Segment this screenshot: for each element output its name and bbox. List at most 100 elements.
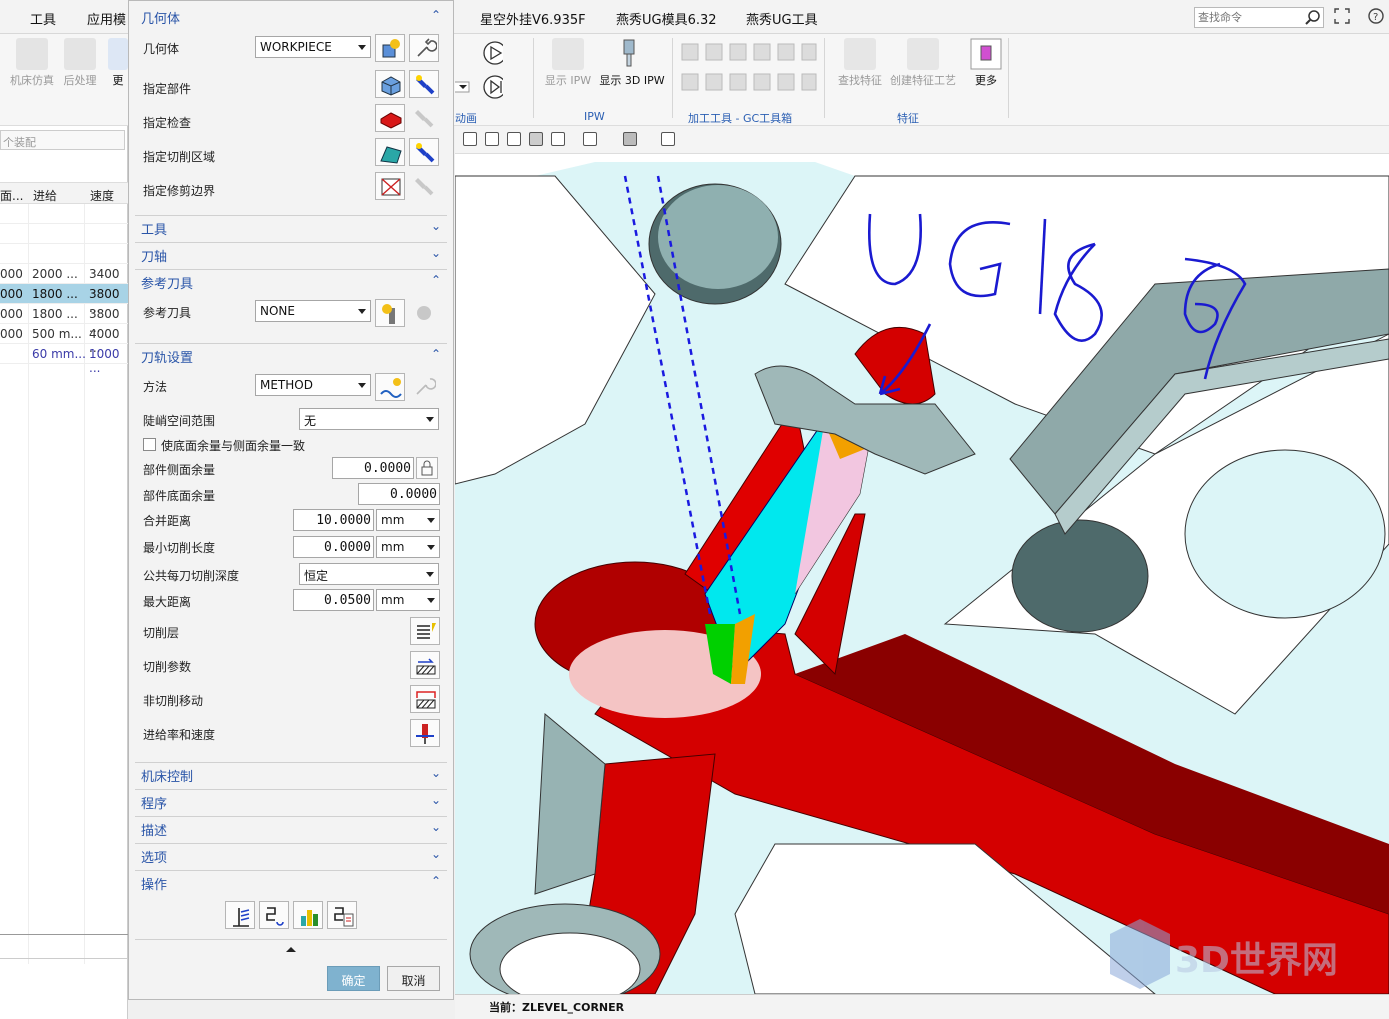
- max-distance-unit[interactable]: mm: [376, 589, 440, 611]
- table-row[interactable]: 000 1800 ... 3800 ...: [0, 304, 128, 335]
- section-geometry[interactable]: 几何体 ⌃: [135, 5, 447, 27]
- new-geometry-button[interactable]: [375, 34, 405, 62]
- gear-tool-disabled-icon: [417, 306, 431, 320]
- machine-sim-button[interactable]: 机床仿真: [8, 38, 56, 88]
- max-distance-field[interactable]: 0.0500: [293, 589, 374, 611]
- navigator-filter[interactable]: 个装配: [0, 130, 125, 150]
- more-button[interactable]: 更多: [966, 38, 1006, 88]
- wrench-icon: [417, 38, 437, 57]
- machine-sim-icon: [16, 38, 48, 70]
- flashlight-icon: [416, 143, 435, 163]
- window-controls[interactable]: ?: [1334, 8, 1386, 26]
- collapse-up-icon[interactable]: [285, 945, 297, 953]
- verify-button[interactable]: [293, 901, 323, 929]
- part-body-icon: [381, 76, 401, 96]
- min-cut-length-unit[interactable]: mm: [376, 536, 440, 558]
- cut-params-button[interactable]: [410, 651, 440, 679]
- show-3d-ipw-button[interactable]: 显示 3D IPW: [598, 38, 666, 88]
- show-cut-area-button[interactable]: [409, 138, 439, 166]
- menu-xingkong-plugin[interactable]: 星空外挂V6.935F: [480, 9, 586, 28]
- table-row[interactable]: 000 2000 ... 3400 ...: [0, 264, 128, 295]
- list-button[interactable]: [327, 901, 357, 929]
- fit-view-icon[interactable]: [463, 132, 477, 146]
- specify-check-label: 指定检查: [143, 116, 192, 130]
- navigator-header: 面... 进给 速度: [0, 182, 128, 204]
- section-machine-control[interactable]: 机床控制 ⌄: [135, 762, 447, 785]
- gc-toolbox-icons[interactable]: [680, 42, 820, 102]
- show-part-button[interactable]: [409, 70, 439, 98]
- more-left-button[interactable]: 更: [108, 38, 128, 88]
- new-ref-tool-button[interactable]: [375, 299, 405, 327]
- non-cut-moves-button[interactable]: [410, 685, 440, 713]
- edit-geometry-button[interactable]: [409, 34, 439, 62]
- geometry-select[interactable]: WORKPIECE: [255, 36, 371, 58]
- specify-part-button[interactable]: [375, 70, 405, 98]
- show-ipw-button[interactable]: 显示 IPW: [542, 38, 594, 88]
- cube-view-icon[interactable]: [623, 132, 637, 146]
- menu-yanxiu-mold[interactable]: 燕秀UG模具6.32: [616, 9, 717, 28]
- edge-display-icon[interactable]: [661, 132, 675, 146]
- section-program[interactable]: 程序 ⌄: [135, 789, 447, 812]
- min-cut-length-field[interactable]: 0.0000: [293, 536, 374, 558]
- render-style-icon[interactable]: [529, 132, 543, 146]
- depth-per-cut-select[interactable]: 恒定: [299, 563, 439, 585]
- orient-view-icon[interactable]: [551, 132, 565, 146]
- ref-tool-select[interactable]: NONE: [255, 300, 371, 322]
- lock-button[interactable]: [416, 457, 438, 479]
- floor-stock-field[interactable]: 0.0000: [358, 483, 440, 505]
- table-row[interactable]: 000 1800 ... 3800 ...: [0, 284, 128, 315]
- cancel-button[interactable]: 取消: [387, 966, 440, 991]
- menu-application[interactable]: 应用模: [87, 9, 126, 28]
- section-options[interactable]: 选项 ⌄: [135, 843, 447, 866]
- table-row[interactable]: 000 500 m... 4000 ...: [0, 324, 128, 355]
- command-search[interactable]: [1194, 7, 1324, 28]
- new-method-button[interactable]: [375, 373, 405, 401]
- search-icon[interactable]: [1304, 9, 1321, 26]
- side-stock-field[interactable]: 0.0000: [332, 457, 414, 479]
- table-row[interactable]: 60 mm... 1000 ...: [0, 344, 128, 375]
- specify-cut-area-button[interactable]: [375, 138, 405, 166]
- section-path-settings[interactable]: 刀轨设置 ⌃: [135, 343, 447, 366]
- section-actions[interactable]: 操作 ⌃: [135, 870, 447, 893]
- merge-distance-field[interactable]: 10.0000: [293, 509, 374, 531]
- play-icon: [483, 41, 507, 65]
- section-icon[interactable]: [583, 132, 597, 146]
- command-search-input[interactable]: [1195, 8, 1299, 27]
- generate-button[interactable]: [225, 901, 255, 929]
- post-process-button[interactable]: 后处理: [58, 38, 102, 88]
- fullscreen-icon: [1334, 8, 1350, 24]
- section-description[interactable]: 描述 ⌄: [135, 816, 447, 839]
- show-check-button[interactable]: [409, 104, 439, 132]
- specify-check-button[interactable]: [375, 104, 405, 132]
- cut-levels-button[interactable]: [410, 617, 440, 645]
- find-feature-icon: [844, 38, 876, 70]
- section-tool[interactable]: 工具 ⌄: [135, 215, 447, 238]
- replay-button[interactable]: [259, 901, 289, 929]
- specify-trim-button[interactable]: [375, 172, 405, 200]
- ok-button[interactable]: 确定: [327, 966, 380, 991]
- animation-controls: [455, 40, 507, 106]
- edit-ref-tool-button[interactable]: [409, 299, 439, 327]
- method-select[interactable]: METHOD: [255, 374, 371, 396]
- column-header[interactable]: 速度: [90, 187, 114, 204]
- edit-method-button[interactable]: [409, 373, 439, 401]
- same-stock-checkbox[interactable]: [143, 438, 156, 451]
- steep-range-select[interactable]: 无: [299, 408, 439, 430]
- menu-tools[interactable]: 工具: [30, 9, 56, 28]
- column-header[interactable]: 面...: [0, 187, 23, 204]
- create-feature-process-button[interactable]: 创建特征工艺: [888, 38, 958, 88]
- zoom-icon[interactable]: [485, 132, 499, 146]
- column-header[interactable]: 进给: [33, 187, 57, 204]
- rotate-icon[interactable]: [507, 132, 521, 146]
- find-feature-button[interactable]: 查找特征: [832, 38, 888, 88]
- feeds-speeds-button[interactable]: [410, 719, 440, 747]
- merge-distance-unit[interactable]: mm: [376, 509, 440, 531]
- show-trim-button[interactable]: [409, 172, 439, 200]
- section-tool-axis[interactable]: 刀轴 ⌄: [135, 242, 447, 265]
- section-ref-tool[interactable]: 参考刀具 ⌃: [135, 269, 447, 292]
- flashlight-icon: [416, 75, 435, 95]
- menu-yanxiu-tools[interactable]: 燕秀UG工具: [746, 9, 818, 28]
- cut-levels-icon: [417, 623, 436, 639]
- graphics-viewport[interactable]: 3D世界网: [455, 154, 1389, 994]
- more-left-icon: [108, 38, 128, 70]
